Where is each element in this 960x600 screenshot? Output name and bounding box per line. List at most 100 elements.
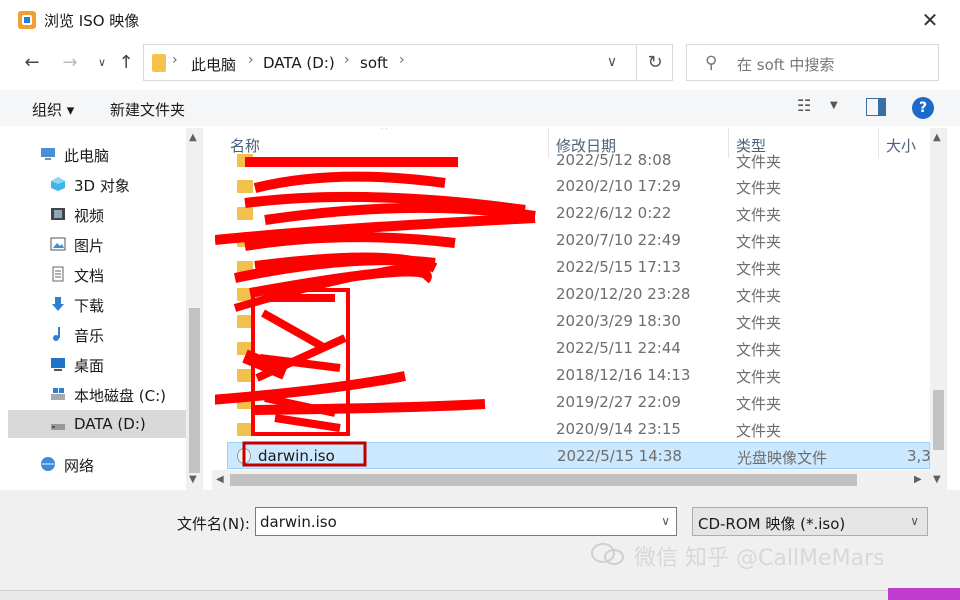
nav-item-videos[interactable]: 视频 xyxy=(8,200,186,228)
file-row[interactable]: 2019/2/27 22:09 文件夹 xyxy=(227,389,930,416)
chevron-down-icon: ∨ xyxy=(97,55,107,69)
scroll-down-icon[interactable]: ▼ xyxy=(189,474,197,485)
filename-input[interactable]: darwin.iso ∨ xyxy=(255,507,677,536)
folder-icon xyxy=(237,261,253,274)
nav-item-music[interactable]: 音乐 xyxy=(8,320,186,348)
picture-icon xyxy=(50,237,66,251)
watermark-text: 微信 知乎 @CallMeMars xyxy=(634,546,885,571)
address-bar[interactable]: › 此电脑 › DATA (D:) › soft › xyxy=(143,44,673,81)
file-row[interactable]: 2018/12/16 14:13 文件夹 xyxy=(227,362,930,389)
close-button[interactable]: ✕ xyxy=(900,0,960,40)
file-row[interactable]: 2020/7/10 22:49 文件夹 xyxy=(227,227,930,254)
nav-label: 桌面 xyxy=(74,357,105,375)
nav-item-local-disk-c[interactable]: 本地磁盘 (C:) xyxy=(8,380,186,408)
file-row[interactable]: 2022/5/15 17:13 文件夹 xyxy=(227,254,930,281)
chevron-down-icon[interactable]: ▼ xyxy=(830,100,838,111)
file-date: 2022/5/12 8:08 xyxy=(556,151,672,169)
nav-item-this-pc[interactable]: 此电脑 xyxy=(8,140,186,168)
file-list-scrollbar[interactable]: ▲ ▼ xyxy=(930,128,947,490)
breadcrumb-soft[interactable]: soft xyxy=(360,54,388,72)
scroll-up-icon[interactable]: ▲ xyxy=(933,132,941,143)
nav-scrollbar[interactable]: ▲ ▼ xyxy=(186,128,203,490)
file-type: 文件夹 xyxy=(736,341,782,359)
search-placeholder: 在 soft 中搜索 xyxy=(737,56,835,74)
file-type: 文件夹 xyxy=(736,368,782,386)
file-date: 2020/7/10 22:49 xyxy=(556,231,681,249)
file-row[interactable]: 2022/5/12 8:08 文件夹 xyxy=(227,147,930,174)
breadcrumb-data-drive[interactable]: DATA (D:) xyxy=(263,54,335,72)
file-date: 2020/12/20 23:28 xyxy=(556,285,691,303)
chevron-down-icon[interactable]: ∨ xyxy=(661,514,670,528)
nav-item-pictures[interactable]: 图片 xyxy=(8,230,186,258)
chevron-right-icon: › xyxy=(399,52,405,68)
file-row[interactable]: 2022/6/12 0:22 文件夹 xyxy=(227,200,930,227)
folder-icon xyxy=(237,396,253,409)
file-date: 2019/2/27 22:09 xyxy=(556,393,681,411)
file-type: 文件夹 xyxy=(736,233,782,251)
folder-icon xyxy=(237,423,253,436)
computer-icon xyxy=(41,148,55,160)
nav-item-network[interactable]: 网络 xyxy=(8,450,186,478)
scroll-right-icon[interactable]: ▶ xyxy=(914,474,922,485)
wechat-icon xyxy=(591,543,624,565)
file-type-select[interactable]: CD-ROM 映像 (*.iso) ∨ xyxy=(692,507,928,536)
file-name: darwin.iso xyxy=(258,447,335,465)
scroll-left-icon[interactable]: ◀ xyxy=(216,474,224,485)
virtualbox-icon xyxy=(18,11,36,29)
file-date: 2020/2/10 17:29 xyxy=(556,177,681,195)
scroll-thumb[interactable] xyxy=(230,474,857,486)
file-row[interactable]: 2022/5/11 22:44 文件夹 xyxy=(227,335,930,362)
nav-item-documents[interactable]: 文档 xyxy=(8,260,186,288)
file-row[interactable]: 2020/12/20 23:28 文件夹 xyxy=(227,281,930,308)
scroll-down-icon[interactable]: ▼ xyxy=(933,474,941,485)
file-type: 文件夹 xyxy=(736,422,782,440)
file-row[interactable]: 2020/2/10 17:29 文件夹 xyxy=(227,173,930,200)
up-button[interactable]: ↑ xyxy=(112,48,140,76)
close-icon: ✕ xyxy=(921,8,939,32)
view-options-icon[interactable]: ☷ xyxy=(797,96,811,115)
nav-item-downloads[interactable]: 下载 xyxy=(8,290,186,318)
arrow-right-icon: → xyxy=(62,51,78,73)
file-type: 文件夹 xyxy=(736,179,782,197)
file-row[interactable]: 2020/3/29 18:30 文件夹 xyxy=(227,308,930,335)
nav-label: 此电脑 xyxy=(64,147,110,165)
nav-item-desktop[interactable]: 桌面 xyxy=(8,350,186,378)
file-row[interactable]: 2020/9/14 23:15 文件夹 xyxy=(227,416,930,443)
file-type: 文件夹 xyxy=(736,287,782,305)
command-bar: 组织 ▾ 新建文件夹 xyxy=(0,90,960,126)
navigation-pane: 此电脑 3D 对象 视频 图片 文档 下载 音乐 桌面 本地磁盘 (C:) DA… xyxy=(8,128,204,490)
disc-image-icon xyxy=(237,448,251,464)
search-input[interactable]: ⚲ 在 soft 中搜索 xyxy=(686,44,939,81)
arrow-left-icon: ← xyxy=(24,51,40,73)
organize-button[interactable]: 组织 ▾ xyxy=(32,99,74,120)
sort-ascending-icon: ^ xyxy=(380,128,389,136)
filename-label: 文件名(N): xyxy=(177,515,250,533)
nav-item-data-d[interactable]: DATA (D:) xyxy=(8,410,186,438)
folder-icon xyxy=(237,288,253,301)
back-button[interactable]: ← xyxy=(18,48,46,76)
scroll-thumb[interactable] xyxy=(189,308,200,473)
scroll-up-icon[interactable]: ▲ xyxy=(189,132,197,143)
file-date: 2020/9/14 23:15 xyxy=(556,420,681,438)
title-bar: 浏览 ISO 映像 ✕ xyxy=(0,0,960,40)
chevron-right-icon: › xyxy=(344,52,350,68)
desktop-icon xyxy=(51,358,65,371)
file-row-darwin-iso[interactable]: darwin.iso 2022/5/15 14:38 光盘映像文件 3,3 xyxy=(227,442,930,469)
preview-pane-icon[interactable] xyxy=(866,98,886,116)
nav-item-3d-objects[interactable]: 3D 对象 xyxy=(8,170,186,198)
help-icon[interactable]: ? xyxy=(912,97,934,119)
window-title: 浏览 ISO 映像 xyxy=(44,12,140,30)
file-type: 文件夹 xyxy=(736,260,782,278)
forward-button[interactable]: → xyxy=(56,48,84,76)
search-icon: ⚲ xyxy=(705,53,718,73)
refresh-button[interactable]: ↻ xyxy=(636,44,673,81)
chevron-right-icon: › xyxy=(248,52,254,68)
scroll-thumb[interactable] xyxy=(933,390,944,450)
nav-label: 本地磁盘 (C:) xyxy=(74,387,166,405)
new-folder-button[interactable]: 新建文件夹 xyxy=(110,99,185,120)
breadcrumb-this-pc[interactable]: 此电脑 xyxy=(191,54,236,75)
filename-value: darwin.iso xyxy=(260,513,337,531)
horizontal-scrollbar[interactable]: ◀ ▶ xyxy=(212,470,930,490)
chevron-down-icon: ∨ xyxy=(606,54,618,70)
address-history-dropdown[interactable]: ∨ xyxy=(600,48,624,76)
